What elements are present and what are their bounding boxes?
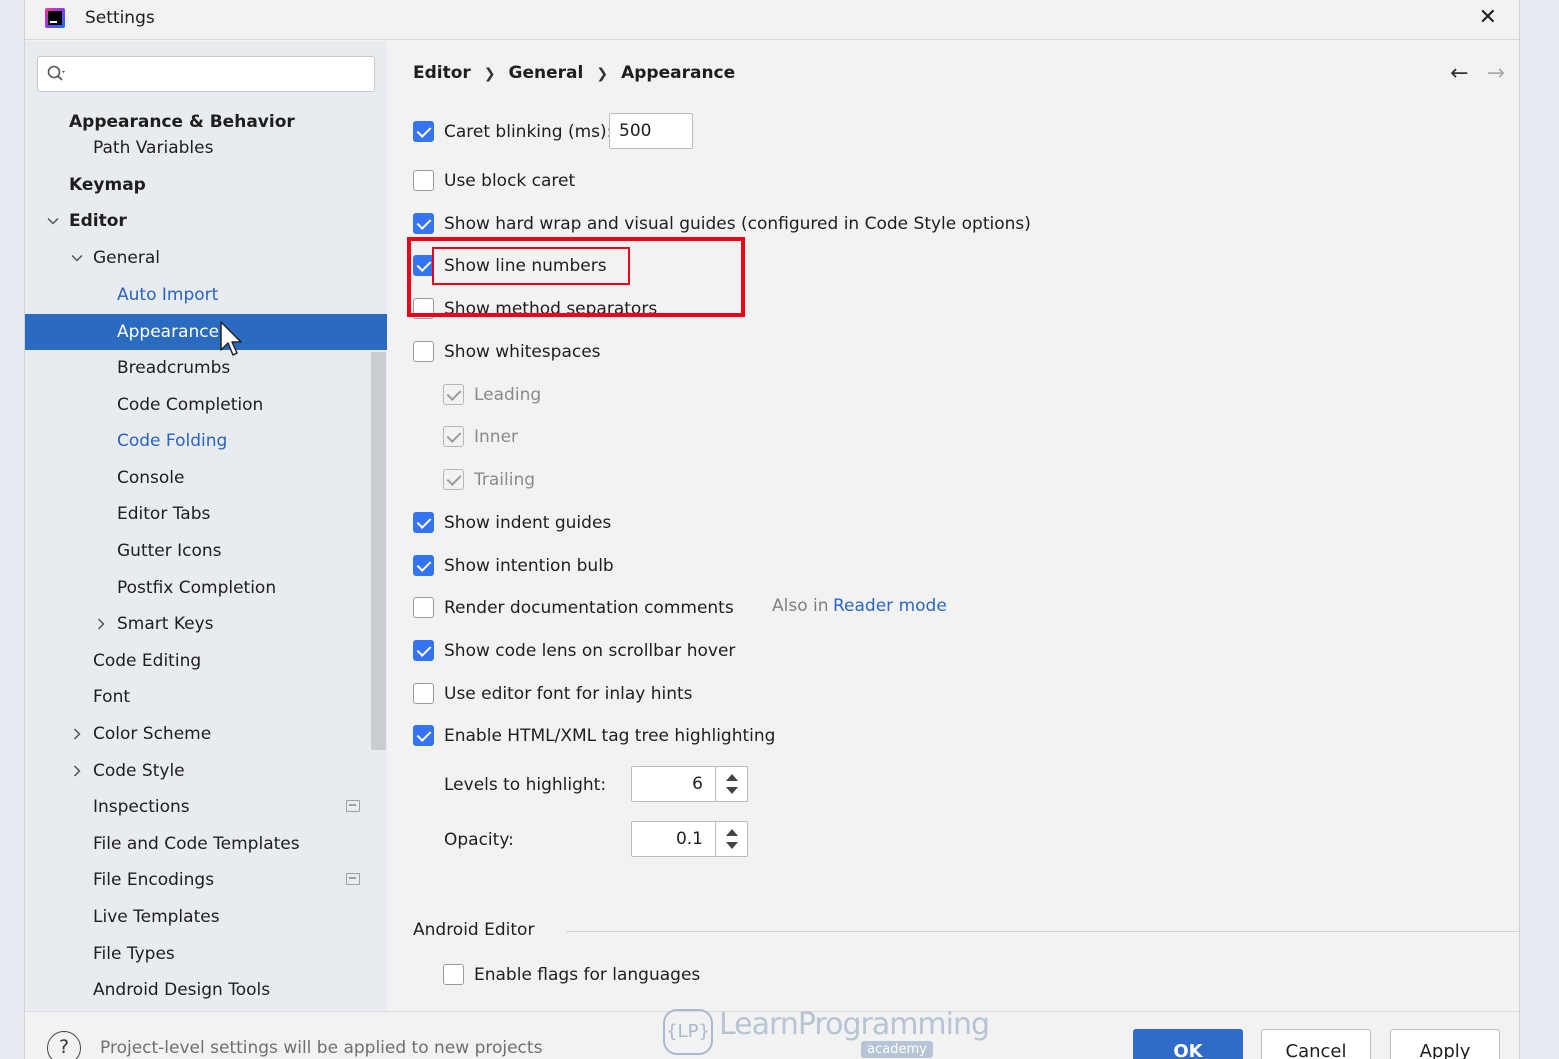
settings-dialog: Settings ✕ Appearance & Behavior Path Va… bbox=[24, 0, 1520, 1059]
sidebar-item-breadcrumbs[interactable]: Breadcrumbs bbox=[25, 350, 387, 386]
breadcrumb-appearance: Appearance bbox=[621, 63, 736, 83]
sidebar-item-android-design-tools[interactable]: Android Design Tools bbox=[25, 972, 387, 1008]
opacity-spinner[interactable]: 0.1 bbox=[631, 821, 748, 857]
sidebar-item-path-variables[interactable]: Path Variables bbox=[25, 130, 387, 166]
sidebar-item-color-scheme[interactable]: Color Scheme bbox=[25, 716, 387, 752]
sidebar-item-gutter-icons[interactable]: Gutter Icons bbox=[25, 533, 387, 569]
caret-blinking-checkbox[interactable] bbox=[413, 121, 434, 142]
sidebar-item-live-templates[interactable]: Live Templates bbox=[25, 899, 387, 935]
sidebar-item-code-folding[interactable]: Code Folding bbox=[25, 423, 387, 459]
sidebar-item-appearance[interactable]: Appearance bbox=[25, 314, 387, 350]
levels-label: Levels to highlight: bbox=[444, 775, 607, 795]
render-doc-comments-checkbox[interactable] bbox=[413, 597, 434, 618]
sidebar-item-auto-import[interactable]: Auto Import bbox=[25, 277, 387, 313]
project-settings-icon bbox=[346, 800, 360, 812]
spinner-arrows-icon[interactable] bbox=[715, 767, 747, 801]
project-settings-icon bbox=[346, 873, 360, 885]
sidebar-item-font[interactable]: Font bbox=[25, 679, 387, 715]
title-bar: Settings ✕ bbox=[25, 0, 1519, 40]
code-lens-checkbox[interactable] bbox=[413, 640, 434, 661]
breadcrumb-editor[interactable]: Editor bbox=[413, 63, 471, 83]
tag-tree-highlighting-checkbox[interactable] bbox=[413, 725, 434, 746]
sidebar-item-console[interactable]: Console bbox=[25, 460, 387, 496]
chevron-right-icon: ❯ bbox=[596, 66, 609, 82]
leading-checkbox bbox=[443, 384, 464, 405]
ok-button[interactable]: OK bbox=[1133, 1029, 1243, 1059]
sidebar-item-keymap[interactable]: Keymap bbox=[25, 167, 387, 203]
sidebar-item-editor[interactable]: Editor bbox=[25, 203, 387, 239]
project-level-note: Project-level settings will be applied t… bbox=[100, 1038, 543, 1058]
sidebar-item-inspections[interactable]: Inspections bbox=[25, 789, 387, 825]
chevron-right-icon[interactable] bbox=[95, 618, 107, 630]
language-flags-checkbox[interactable] bbox=[443, 964, 464, 985]
block-caret-checkbox[interactable] bbox=[413, 170, 434, 191]
search-icon bbox=[47, 65, 65, 81]
apply-button[interactable]: Apply bbox=[1390, 1029, 1500, 1059]
chevron-right-icon[interactable] bbox=[71, 765, 83, 777]
sidebar-item-file-types[interactable]: File Types bbox=[25, 936, 387, 972]
chevron-right-icon[interactable] bbox=[71, 728, 83, 740]
sidebar-item-code-editing[interactable]: Code Editing bbox=[25, 643, 387, 679]
chevron-down-icon[interactable] bbox=[71, 252, 83, 264]
learnprogramming-watermark: {LP} LearnProgramming academy bbox=[663, 1005, 990, 1059]
trailing-checkbox bbox=[443, 469, 464, 490]
whitespaces-checkbox[interactable] bbox=[413, 341, 434, 362]
also-in-label: Also in bbox=[772, 596, 829, 616]
chevron-down-icon[interactable] bbox=[47, 215, 59, 227]
settings-content: Editor ❯ General ❯ Appearance ← → Caret blink… bbox=[387, 41, 1519, 1011]
mouse-cursor-icon bbox=[220, 321, 242, 356]
sidebar-item-editor-tabs[interactable]: Editor Tabs bbox=[25, 496, 387, 532]
section-divider bbox=[566, 931, 1519, 932]
history-nav: ← → bbox=[1432, 61, 1505, 86]
intention-bulb-checkbox[interactable] bbox=[413, 555, 434, 576]
sidebar-item-file-code-templates[interactable]: File and Code Templates bbox=[25, 826, 387, 862]
sidebar-item-general[interactable]: General bbox=[25, 240, 387, 276]
cancel-button[interactable]: Cancel bbox=[1261, 1029, 1371, 1059]
close-icon[interactable]: ✕ bbox=[1479, 5, 1497, 31]
indent-guides-checkbox[interactable] bbox=[413, 512, 434, 533]
window-title: Settings bbox=[85, 8, 155, 28]
watermark-sub: academy bbox=[861, 1041, 933, 1058]
inner-checkbox bbox=[443, 426, 464, 447]
intellij-app-icon bbox=[45, 8, 65, 28]
help-icon[interactable]: ? bbox=[47, 1031, 81, 1059]
breadcrumb-general[interactable]: General bbox=[509, 63, 584, 83]
sidebar-item-postfix-completion[interactable]: Postfix Completion bbox=[25, 570, 387, 606]
settings-sidebar: Appearance & Behavior Path Variables Key… bbox=[25, 41, 387, 1011]
levels-spinner[interactable]: 6 bbox=[631, 766, 748, 802]
chevron-right-icon: ❯ bbox=[483, 66, 496, 82]
forward-arrow-icon[interactable]: → bbox=[1487, 61, 1505, 86]
sidebar-item-code-completion[interactable]: Code Completion bbox=[25, 387, 387, 423]
watermark-text: LearnProgramming bbox=[719, 1007, 990, 1042]
sidebar-scrollbar[interactable] bbox=[371, 352, 386, 750]
section-android-editor: Android Editor bbox=[413, 920, 535, 940]
watermark-badge: {LP} bbox=[663, 1009, 713, 1055]
breadcrumb: Editor ❯ General ❯ Appearance bbox=[413, 63, 735, 83]
reader-mode-link[interactable]: Reader mode bbox=[833, 596, 947, 616]
sidebar-item-code-style[interactable]: Code Style bbox=[25, 753, 387, 789]
editor-font-inlay-checkbox[interactable] bbox=[413, 683, 434, 704]
spinner-arrows-icon[interactable] bbox=[715, 822, 747, 856]
sidebar-item-file-encodings[interactable]: File Encodings bbox=[25, 862, 387, 898]
search-input[interactable] bbox=[37, 56, 375, 92]
caret-blinking-input[interactable]: 500 bbox=[609, 113, 693, 149]
sidebar-item-smart-keys[interactable]: Smart Keys bbox=[25, 606, 387, 642]
opacity-label: Opacity: bbox=[444, 830, 514, 850]
highlight-annotation-inner bbox=[432, 247, 630, 285]
back-arrow-icon[interactable]: ← bbox=[1450, 61, 1468, 86]
hard-wrap-checkbox[interactable] bbox=[413, 213, 434, 234]
